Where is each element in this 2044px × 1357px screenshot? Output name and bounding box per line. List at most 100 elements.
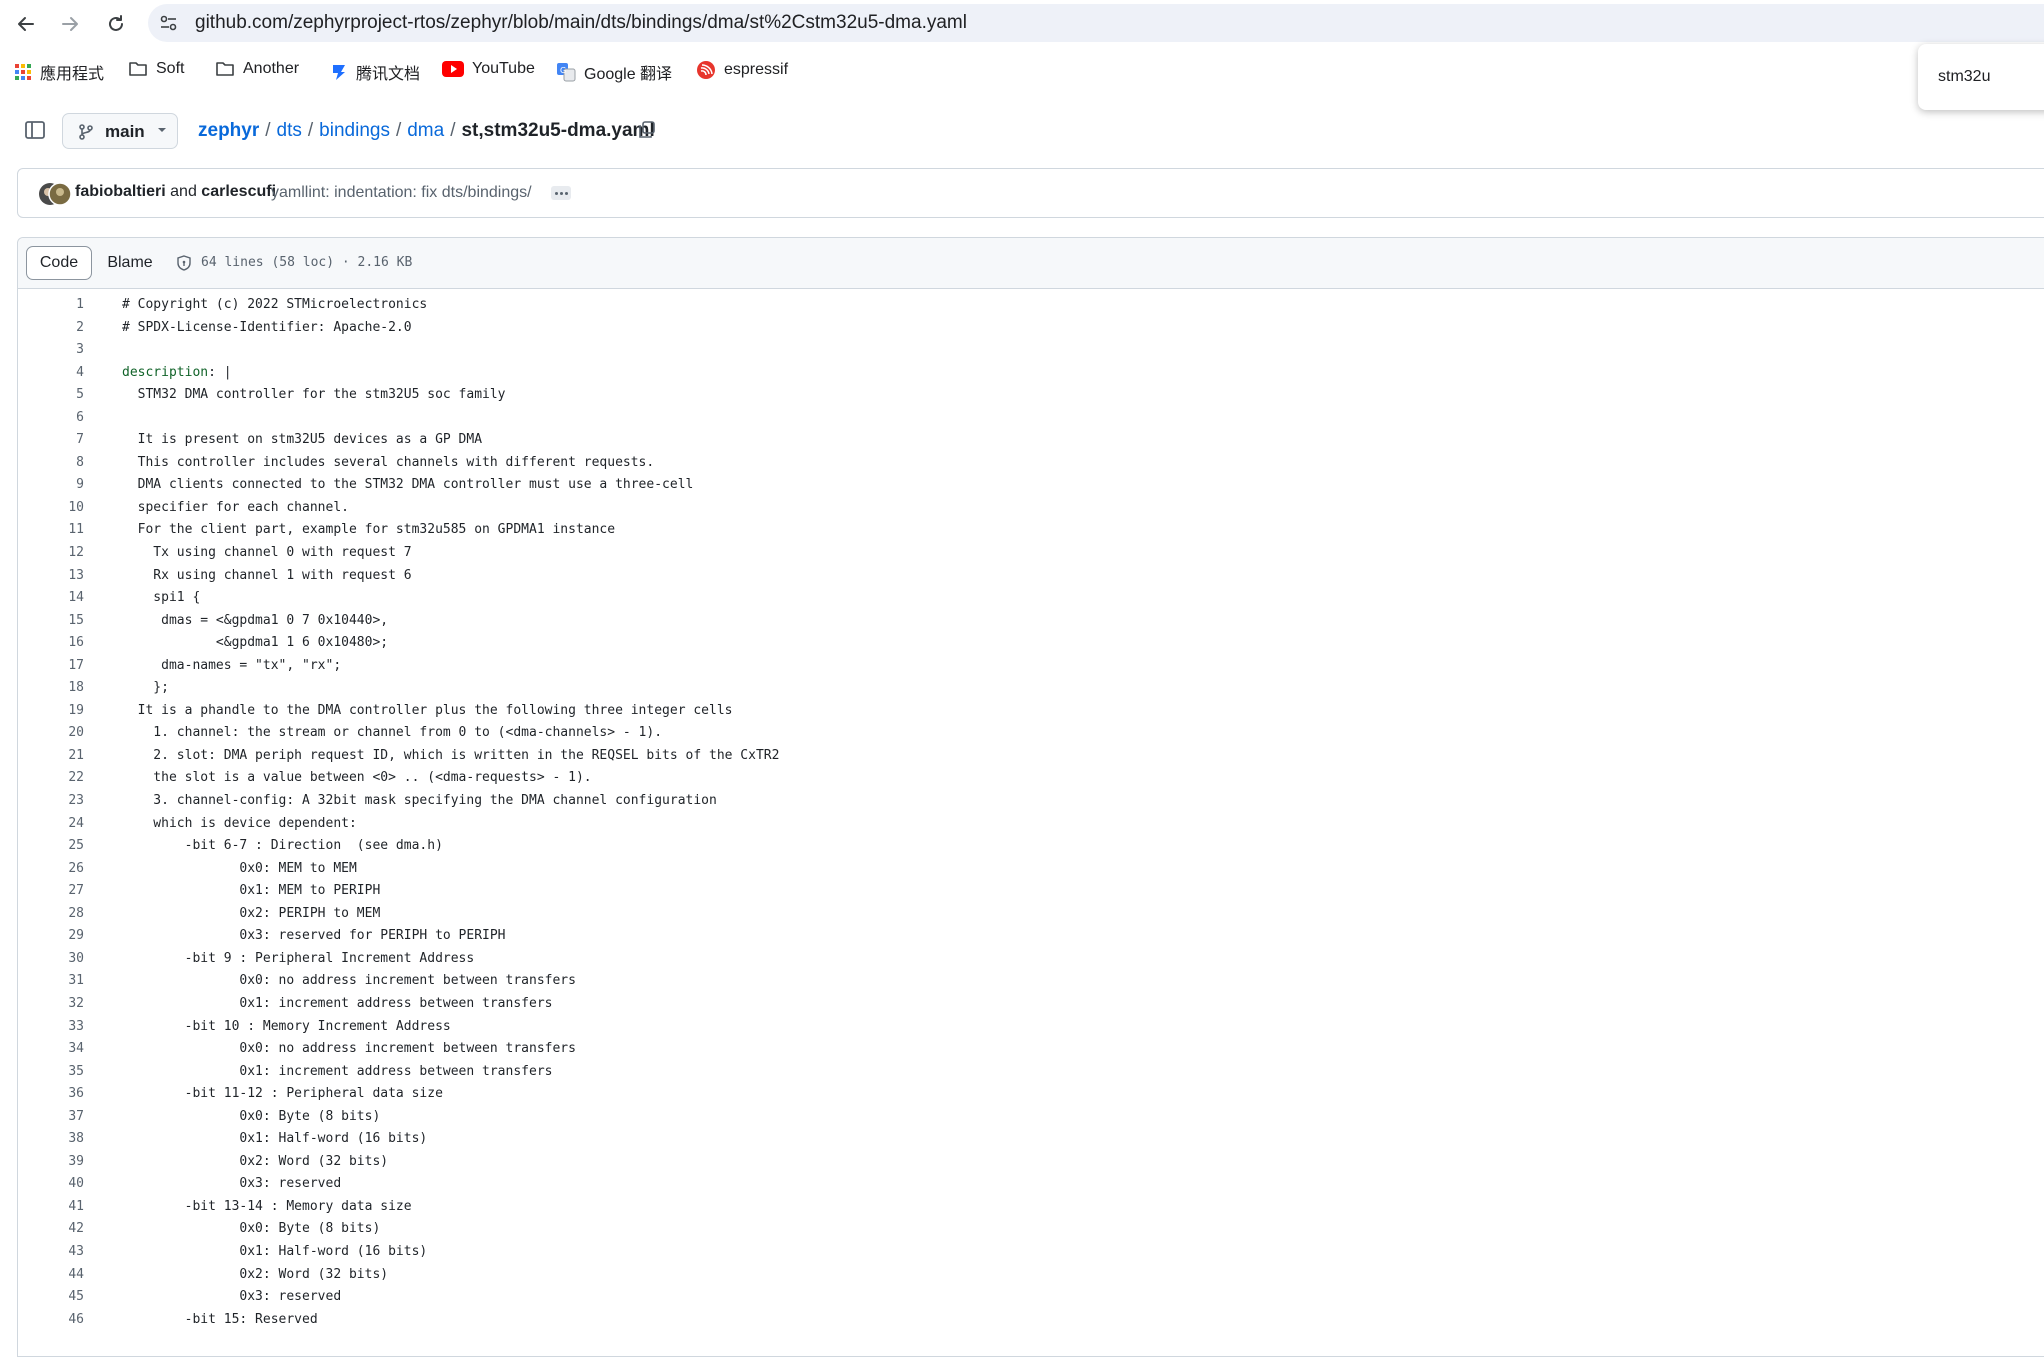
line-number[interactable]: 20: [18, 725, 84, 740]
bookmark-apps[interactable]: 應用程式: [14, 60, 104, 84]
line-number[interactable]: 18: [18, 680, 84, 695]
line-number[interactable]: 46: [18, 1312, 84, 1327]
author-link[interactable]: carlescufi: [201, 183, 276, 200]
line-number[interactable]: 32: [18, 996, 84, 1011]
line-number[interactable]: 38: [18, 1131, 84, 1146]
bookmark-tencent-docs[interactable]: 腾讯文档: [330, 60, 420, 84]
bookmark-soft[interactable]: Soft: [128, 60, 184, 78]
arrow-left-icon: [18, 17, 34, 31]
bookmark-espressif[interactable]: espressif: [696, 60, 788, 80]
git-branch-icon: [79, 124, 93, 140]
line-content: -bit 15: Reserved: [122, 1311, 318, 1327]
line-number[interactable]: 13: [18, 568, 84, 583]
code-line: 26 0x0: MEM to MEM: [18, 858, 2044, 881]
line-number[interactable]: 41: [18, 1199, 84, 1214]
line-number[interactable]: 3: [18, 342, 84, 357]
line-number[interactable]: 11: [18, 522, 84, 537]
code-line: 8 This controller includes several chann…: [18, 452, 2044, 475]
line-number[interactable]: 1: [18, 297, 84, 312]
line-number[interactable]: 6: [18, 410, 84, 425]
line-number[interactable]: 9: [18, 477, 84, 492]
line-number[interactable]: 2: [18, 320, 84, 335]
copy-path-icon[interactable]: [637, 120, 657, 140]
breadcrumb-separator: /: [307, 120, 314, 141]
bookmark-another[interactable]: Another: [215, 60, 299, 78]
breadcrumb-dts-link[interactable]: dts: [277, 120, 302, 142]
line-number[interactable]: 12: [18, 545, 84, 560]
url-text[interactable]: github.com/zephyrproject-rtos/zephyr/blo…: [195, 12, 967, 34]
tab-code[interactable]: Code: [26, 246, 92, 280]
line-number[interactable]: 44: [18, 1267, 84, 1282]
line-number[interactable]: 14: [18, 590, 84, 605]
breadcrumb-repo-link[interactable]: zephyr: [198, 120, 259, 142]
branch-name: main: [105, 122, 145, 141]
line-number[interactable]: 35: [18, 1064, 84, 1079]
breadcrumb-bindings-link[interactable]: bindings: [319, 120, 390, 142]
line-content: # Copyright (c) 2022 STMicroelectronics: [122, 297, 428, 312]
line-number[interactable]: 22: [18, 770, 84, 785]
line-number[interactable]: 40: [18, 1176, 84, 1191]
line-number[interactable]: 36: [18, 1086, 84, 1101]
line-number[interactable]: 17: [18, 658, 84, 673]
code-line: 46 -bit 15: Reserved: [18, 1309, 2044, 1332]
view-mode-toggle: Code Blame: [26, 246, 168, 280]
line-number[interactable]: 29: [18, 928, 84, 943]
line-number[interactable]: 16: [18, 635, 84, 650]
line-number[interactable]: 37: [18, 1109, 84, 1124]
line-content: 0x0: no address increment between transf…: [122, 1041, 576, 1057]
branch-selector-button[interactable]: main: [62, 113, 178, 149]
commit-message-link[interactable]: yamllint: indentation: fix dts/bindings/: [271, 184, 532, 202]
ellipsis-icon: [560, 192, 563, 195]
code-line: 19 It is a phandle to the DMA controller…: [18, 700, 2044, 723]
line-number[interactable]: 27: [18, 883, 84, 898]
bookmark-google-translate[interactable]: G Google 翻译: [556, 60, 672, 84]
tab-blame[interactable]: Blame: [92, 246, 168, 280]
code-line: 37 0x0: Byte (8 bits): [18, 1106, 2044, 1129]
forward-button[interactable]: [56, 10, 84, 38]
code-line: 27 0x1: MEM to PERIPH: [18, 880, 2044, 903]
line-number[interactable]: 5: [18, 387, 84, 402]
line-number[interactable]: 15: [18, 613, 84, 628]
line-number[interactable]: 33: [18, 1019, 84, 1034]
line-content: 0x1: increment address between transfers: [122, 1063, 553, 1079]
site-settings-icon[interactable]: [158, 12, 180, 34]
code-view: 1 # Copyright (c) 2022 STMicroelectronics…: [18, 294, 2044, 1331]
author-link[interactable]: fabiobaltieri: [75, 183, 166, 200]
line-content: description: |: [122, 364, 232, 380]
file-stats: 64 lines (58 loc) · 2.16 KB: [201, 255, 413, 270]
line-number[interactable]: 43: [18, 1244, 84, 1259]
code-line: 2 # SPDX-License-Identifier: Apache-2.0: [18, 317, 2044, 340]
back-button[interactable]: [12, 10, 40, 38]
line-number[interactable]: 31: [18, 973, 84, 988]
line-number[interactable]: 7: [18, 432, 84, 447]
reload-button[interactable]: [102, 10, 130, 38]
line-number[interactable]: 34: [18, 1041, 84, 1056]
bookmark-youtube[interactable]: YouTube: [442, 60, 535, 78]
line-number[interactable]: 10: [18, 500, 84, 515]
line-number[interactable]: 45: [18, 1289, 84, 1304]
code-line: 42 0x0: Byte (8 bits): [18, 1218, 2044, 1241]
address-bar[interactable]: github.com/zephyrproject-rtos/zephyr/blo…: [148, 4, 2044, 42]
code-line: 20 1. channel: the stream or channel fro…: [18, 722, 2044, 745]
line-number[interactable]: 42: [18, 1221, 84, 1236]
code-line: 13 Rx using channel 1 with request 6: [18, 565, 2044, 588]
line-number[interactable]: 28: [18, 906, 84, 921]
line-number[interactable]: 4: [18, 365, 84, 380]
line-number[interactable]: 39: [18, 1154, 84, 1169]
line-number[interactable]: 23: [18, 793, 84, 808]
code-line: 32 0x1: increment address between transf…: [18, 993, 2044, 1016]
expand-commit-button[interactable]: [551, 186, 571, 200]
side-panel-toggle-icon[interactable]: [22, 120, 50, 142]
line-content: 0x0: Byte (8 bits): [122, 1108, 381, 1124]
find-input[interactable]: stm32u: [1938, 68, 1990, 86]
breadcrumb-dma-link[interactable]: dma: [407, 120, 444, 142]
line-number[interactable]: 21: [18, 748, 84, 763]
line-number[interactable]: 24: [18, 816, 84, 831]
ellipsis-icon: [565, 192, 568, 195]
line-number[interactable]: 19: [18, 703, 84, 718]
line-number[interactable]: 30: [18, 951, 84, 966]
line-number[interactable]: 25: [18, 838, 84, 853]
line-number[interactable]: 26: [18, 861, 84, 876]
breadcrumb-filename: st,stm32u5-dma.yaml: [461, 120, 655, 141]
line-number[interactable]: 8: [18, 455, 84, 470]
